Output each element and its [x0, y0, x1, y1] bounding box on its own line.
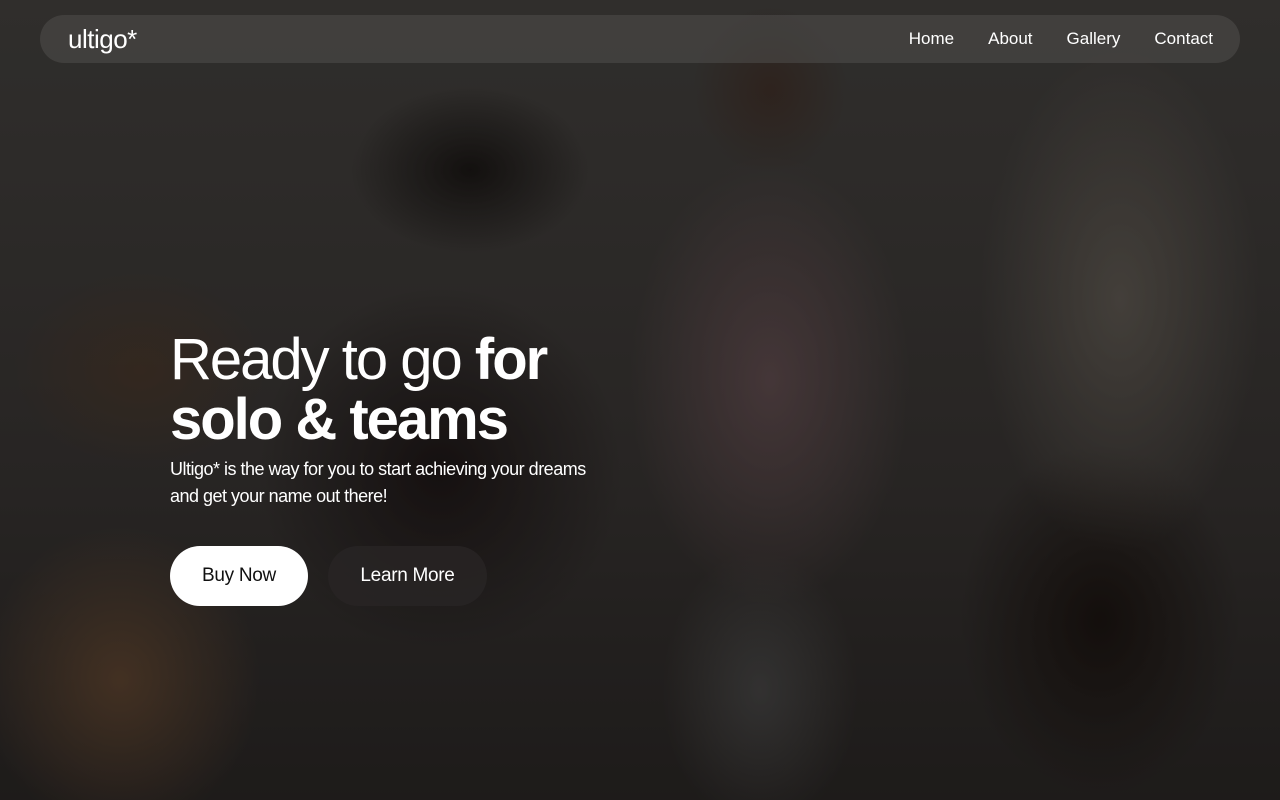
brand-logo[interactable]: ultigo*: [68, 24, 137, 55]
hero-buttons: Buy Now Learn More: [170, 546, 630, 606]
headline-bold-text-1: for: [474, 327, 548, 392]
learn-more-button[interactable]: Learn More: [328, 546, 487, 606]
landing-page: ultigo* Home About Gallery Contact Ready…: [0, 0, 1280, 800]
headline-bold-text-2: solo & teams: [170, 387, 509, 452]
hero-subtext: Ultigo* is the way for you to start achi…: [170, 459, 586, 506]
nav-link-home[interactable]: Home: [892, 29, 971, 49]
nav-link-contact[interactable]: Contact: [1137, 29, 1230, 49]
navbar: ultigo* Home About Gallery Contact: [40, 15, 1240, 63]
hero-content: Ready to go for solo & teams Ultigo* is t…: [170, 330, 630, 606]
hero-headline: Ready to go for solo & teams: [170, 330, 630, 450]
nav-links: Home About Gallery Contact: [892, 29, 1230, 49]
headline-light-text: Ready to go: [170, 327, 475, 392]
nav-link-about[interactable]: About: [971, 29, 1049, 49]
nav-link-gallery[interactable]: Gallery: [1050, 29, 1138, 49]
buy-now-button[interactable]: Buy Now: [170, 546, 308, 606]
